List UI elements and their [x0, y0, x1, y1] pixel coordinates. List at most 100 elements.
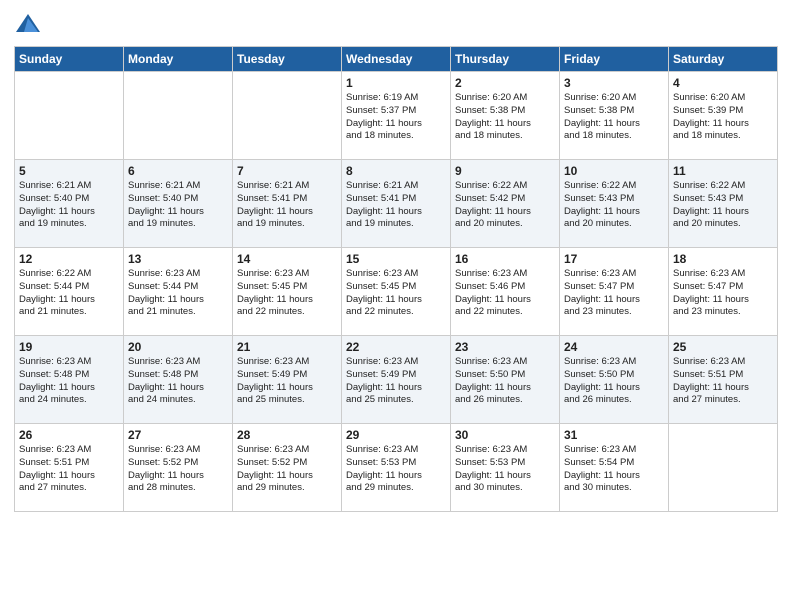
day-info: Sunrise: 6:19 AM Sunset: 5:37 PM Dayligh… — [346, 92, 446, 143]
day-info: Sunrise: 6:23 AM Sunset: 5:45 PM Dayligh… — [346, 268, 446, 319]
day-info: Sunrise: 6:23 AM Sunset: 5:50 PM Dayligh… — [564, 356, 664, 407]
calendar-cell: 24 Sunrise: 6:23 AM Sunset: 5:50 PM Dayli… — [560, 336, 669, 424]
day-info: Sunrise: 6:23 AM Sunset: 5:48 PM Dayligh… — [128, 356, 228, 407]
calendar-cell: 9 Sunrise: 6:22 AM Sunset: 5:42 PM Daylig… — [451, 160, 560, 248]
day-number: 14 — [237, 252, 337, 266]
day-info: Sunrise: 6:20 AM Sunset: 5:38 PM Dayligh… — [455, 92, 555, 143]
week-row-2: 12 Sunrise: 6:22 AM Sunset: 5:44 PM Dayli… — [15, 248, 778, 336]
calendar-cell: 29 Sunrise: 6:23 AM Sunset: 5:53 PM Dayli… — [342, 424, 451, 512]
calendar-cell: 6 Sunrise: 6:21 AM Sunset: 5:40 PM Daylig… — [124, 160, 233, 248]
day-info: Sunrise: 6:20 AM Sunset: 5:38 PM Dayligh… — [564, 92, 664, 143]
weekday-header-monday: Monday — [124, 47, 233, 72]
day-number: 11 — [673, 164, 773, 178]
logo-icon — [14, 10, 42, 38]
day-info: Sunrise: 6:23 AM Sunset: 5:45 PM Dayligh… — [237, 268, 337, 319]
day-number: 5 — [19, 164, 119, 178]
day-info: Sunrise: 6:23 AM Sunset: 5:44 PM Dayligh… — [128, 268, 228, 319]
day-info: Sunrise: 6:22 AM Sunset: 5:44 PM Dayligh… — [19, 268, 119, 319]
calendar-cell — [15, 72, 124, 160]
day-number: 16 — [455, 252, 555, 266]
day-info: Sunrise: 6:23 AM Sunset: 5:54 PM Dayligh… — [564, 444, 664, 495]
day-number: 12 — [19, 252, 119, 266]
day-number: 27 — [128, 428, 228, 442]
day-info: Sunrise: 6:23 AM Sunset: 5:48 PM Dayligh… — [19, 356, 119, 407]
day-info: Sunrise: 6:23 AM Sunset: 5:50 PM Dayligh… — [455, 356, 555, 407]
week-row-3: 19 Sunrise: 6:23 AM Sunset: 5:48 PM Dayli… — [15, 336, 778, 424]
day-info: Sunrise: 6:21 AM Sunset: 5:40 PM Dayligh… — [19, 180, 119, 231]
calendar-cell — [124, 72, 233, 160]
calendar-cell: 1 Sunrise: 6:19 AM Sunset: 5:37 PM Daylig… — [342, 72, 451, 160]
calendar-cell: 28Sunrise: 6:23 AM Sunset: 5:52 PM Dayli… — [233, 424, 342, 512]
day-info: Sunrise: 6:20 AM Sunset: 5:39 PM Dayligh… — [673, 92, 773, 143]
day-number: 20 — [128, 340, 228, 354]
day-number: 23 — [455, 340, 555, 354]
weekday-header-thursday: Thursday — [451, 47, 560, 72]
day-number: 2 — [455, 76, 555, 90]
calendar-cell: 25 Sunrise: 6:23 AM Sunset: 5:51 PM Dayli… — [669, 336, 778, 424]
day-info: Sunrise: 6:23 AM Sunset: 5:53 PM Dayligh… — [346, 444, 446, 495]
day-number: 10 — [564, 164, 664, 178]
calendar: SundayMondayTuesdayWednesdayThursdayFrid… — [14, 46, 778, 512]
day-info: Sunrise: 6:22 AM Sunset: 5:42 PM Dayligh… — [455, 180, 555, 231]
day-info: Sunrise: 6:23 AM Sunset: 5:46 PM Dayligh… — [455, 268, 555, 319]
weekday-header-sunday: Sunday — [15, 47, 124, 72]
day-number: 29 — [346, 428, 446, 442]
day-number: 9 — [455, 164, 555, 178]
calendar-cell: 22 Sunrise: 6:23 AM Sunset: 5:49 PM Dayli… — [342, 336, 451, 424]
logo — [14, 10, 44, 38]
calendar-cell: 30 Sunrise: 6:23 AM Sunset: 5:53 PM Dayli… — [451, 424, 560, 512]
day-info: Sunrise: 6:23 AM Sunset: 5:51 PM Dayligh… — [673, 356, 773, 407]
calendar-cell: 21Sunrise: 6:23 AM Sunset: 5:49 PM Dayli… — [233, 336, 342, 424]
day-info: Sunrise: 6:23 AM Sunset: 5:49 PM Dayligh… — [346, 356, 446, 407]
day-number: 18 — [673, 252, 773, 266]
page: SundayMondayTuesdayWednesdayThursdayFrid… — [0, 0, 792, 612]
week-row-0: 1 Sunrise: 6:19 AM Sunset: 5:37 PM Daylig… — [15, 72, 778, 160]
calendar-cell — [669, 424, 778, 512]
day-number: 31 — [564, 428, 664, 442]
day-number: 6 — [128, 164, 228, 178]
calendar-cell: 31 Sunrise: 6:23 AM Sunset: 5:54 PM Dayli… — [560, 424, 669, 512]
calendar-cell: 8Sunrise: 6:21 AM Sunset: 5:41 PM Daylig… — [342, 160, 451, 248]
day-info: Sunrise: 6:23 AM Sunset: 5:47 PM Dayligh… — [564, 268, 664, 319]
weekday-header-tuesday: Tuesday — [233, 47, 342, 72]
calendar-cell: 19 Sunrise: 6:23 AM Sunset: 5:48 PM Dayli… — [15, 336, 124, 424]
calendar-cell: 10 Sunrise: 6:22 AM Sunset: 5:43 PM Dayli… — [560, 160, 669, 248]
day-info: Sunrise: 6:23 AM Sunset: 5:47 PM Dayligh… — [673, 268, 773, 319]
calendar-cell: 11Sunrise: 6:22 AM Sunset: 5:43 PM Dayli… — [669, 160, 778, 248]
week-row-1: 5 Sunrise: 6:21 AM Sunset: 5:40 PM Daylig… — [15, 160, 778, 248]
day-number: 17 — [564, 252, 664, 266]
day-number: 24 — [564, 340, 664, 354]
calendar-cell: 4 Sunrise: 6:20 AM Sunset: 5:39 PM Daylig… — [669, 72, 778, 160]
day-number: 7 — [237, 164, 337, 178]
calendar-cell — [233, 72, 342, 160]
day-number: 19 — [19, 340, 119, 354]
calendar-cell: 5 Sunrise: 6:21 AM Sunset: 5:40 PM Daylig… — [15, 160, 124, 248]
calendar-cell: 13 Sunrise: 6:23 AM Sunset: 5:44 PM Dayli… — [124, 248, 233, 336]
calendar-cell: 7 Sunrise: 6:21 AM Sunset: 5:41 PM Daylig… — [233, 160, 342, 248]
day-number: 15 — [346, 252, 446, 266]
header — [14, 10, 778, 38]
calendar-cell: 17 Sunrise: 6:23 AM Sunset: 5:47 PM Dayli… — [560, 248, 669, 336]
calendar-cell: 23 Sunrise: 6:23 AM Sunset: 5:50 PM Dayli… — [451, 336, 560, 424]
day-info: Sunrise: 6:23 AM Sunset: 5:52 PM Dayligh… — [237, 444, 337, 495]
day-info: Sunrise: 6:23 AM Sunset: 5:53 PM Dayligh… — [455, 444, 555, 495]
day-info: Sunrise: 6:21 AM Sunset: 5:41 PM Dayligh… — [237, 180, 337, 231]
calendar-cell: 20 Sunrise: 6:23 AM Sunset: 5:48 PM Dayli… — [124, 336, 233, 424]
day-info: Sunrise: 6:23 AM Sunset: 5:52 PM Dayligh… — [128, 444, 228, 495]
day-number: 22 — [346, 340, 446, 354]
calendar-cell: 3Sunrise: 6:20 AM Sunset: 5:38 PM Daylig… — [560, 72, 669, 160]
day-number: 13 — [128, 252, 228, 266]
day-number: 25 — [673, 340, 773, 354]
weekday-header-friday: Friday — [560, 47, 669, 72]
day-number: 30 — [455, 428, 555, 442]
day-info: Sunrise: 6:23 AM Sunset: 5:49 PM Dayligh… — [237, 356, 337, 407]
day-number: 1 — [346, 76, 446, 90]
calendar-cell: 15 Sunrise: 6:23 AM Sunset: 5:45 PM Dayli… — [342, 248, 451, 336]
day-info: Sunrise: 6:21 AM Sunset: 5:40 PM Dayligh… — [128, 180, 228, 231]
calendar-cell: 26Sunrise: 6:23 AM Sunset: 5:51 PM Dayli… — [15, 424, 124, 512]
weekday-header-wednesday: Wednesday — [342, 47, 451, 72]
day-info: Sunrise: 6:21 AM Sunset: 5:41 PM Dayligh… — [346, 180, 446, 231]
calendar-cell: 12 Sunrise: 6:22 AM Sunset: 5:44 PM Dayli… — [15, 248, 124, 336]
day-info: Sunrise: 6:22 AM Sunset: 5:43 PM Dayligh… — [564, 180, 664, 231]
day-number: 4 — [673, 76, 773, 90]
